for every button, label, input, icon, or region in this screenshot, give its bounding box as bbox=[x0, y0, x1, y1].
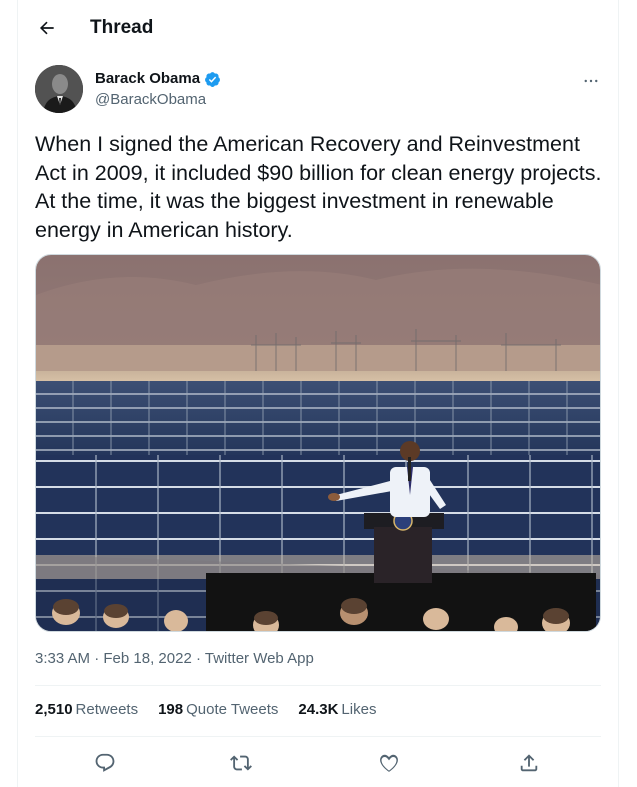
reply-icon bbox=[95, 753, 115, 772]
page-title: Thread bbox=[90, 17, 154, 38]
likes-count: 24.3K bbox=[298, 701, 339, 718]
like-icon bbox=[380, 754, 398, 772]
like-button[interactable] bbox=[372, 748, 406, 778]
verified-badge-icon bbox=[205, 71, 220, 87]
retweets-label: Retweets bbox=[75, 701, 139, 718]
tweet-text: When I signed the American Recovery and … bbox=[35, 132, 602, 242]
tweet-date[interactable]: Feb 18, 2022 bbox=[103, 650, 191, 667]
retweet-icon bbox=[230, 755, 252, 771]
share-icon bbox=[520, 754, 538, 772]
retweets-count: 2,510 bbox=[35, 701, 73, 718]
tweet-source[interactable]: Twitter Web App bbox=[205, 650, 314, 667]
tweet-metadata: 3:33 AM · Feb 18, 2022 · Twitter Web App bbox=[35, 650, 314, 667]
avatar-image bbox=[35, 65, 83, 113]
solar-panel-speech-photo bbox=[36, 255, 600, 631]
author-name-text: Barack Obama bbox=[95, 70, 201, 87]
more-options-button[interactable] bbox=[576, 66, 606, 96]
divider bbox=[35, 685, 601, 686]
tweet-actions bbox=[18, 748, 618, 778]
back-button[interactable] bbox=[32, 13, 62, 43]
thread-column: Thread Barack Obama @BarackObama When I … bbox=[17, 0, 619, 787]
quote-tweets-stat[interactable]: 198 Quote Tweets bbox=[158, 700, 278, 720]
retweets-stat[interactable]: 2,510 Retweets bbox=[35, 700, 138, 720]
thread-header: Thread bbox=[18, 0, 618, 56]
tweet-time[interactable]: 3:33 AM bbox=[35, 650, 90, 667]
reply-button[interactable] bbox=[88, 748, 122, 778]
tweet-photo[interactable] bbox=[35, 254, 601, 632]
author-handle[interactable]: @BarackObama bbox=[95, 90, 206, 110]
more-horizontal-icon bbox=[584, 79, 598, 83]
share-button[interactable] bbox=[512, 748, 546, 778]
likes-label: Likes bbox=[341, 701, 377, 718]
likes-stat[interactable]: 24.3K Likes bbox=[298, 700, 376, 720]
arrow-left-icon bbox=[39, 21, 54, 35]
quote-tweets-count: 198 bbox=[158, 701, 184, 718]
tweet-stats: 2,510 Retweets 198 Quote Tweets 24.3K Likes bbox=[35, 700, 376, 720]
avatar[interactable] bbox=[35, 65, 83, 113]
quote-tweets-label: Quote Tweets bbox=[186, 701, 279, 718]
divider bbox=[35, 736, 601, 737]
retweet-button[interactable] bbox=[224, 748, 258, 778]
author-name[interactable]: Barack Obama bbox=[95, 69, 221, 89]
